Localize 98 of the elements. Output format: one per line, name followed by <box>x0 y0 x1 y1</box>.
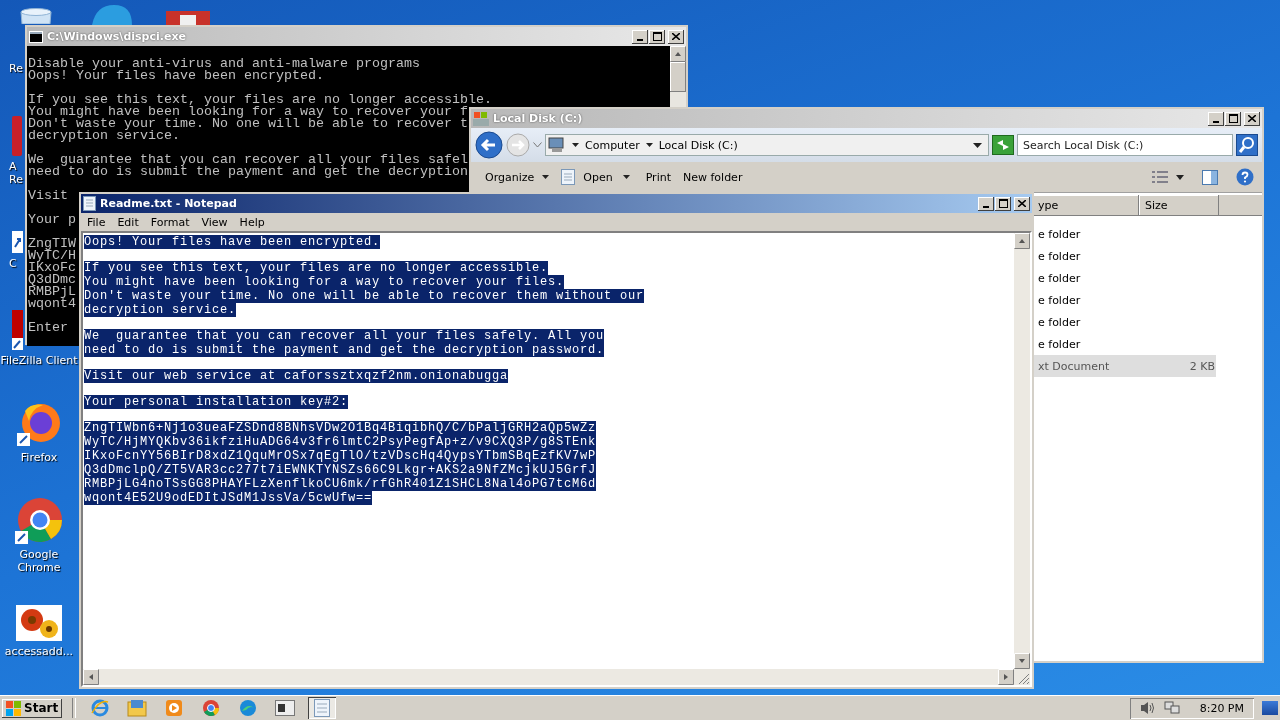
open-button[interactable]: Open <box>559 166 615 188</box>
console-icon <box>29 30 43 43</box>
file-type: e folder <box>1038 315 1081 329</box>
console-text-line: ZngTIW <box>28 236 76 251</box>
speaker-icon[interactable] <box>1139 701 1156 715</box>
file-type: e folder <box>1038 249 1081 263</box>
caret-icon[interactable] <box>622 175 630 179</box>
file-type: e folder <box>1038 337 1081 351</box>
file-row[interactable]: e folder <box>1032 245 1216 267</box>
notepad-icon <box>83 196 96 211</box>
file-row[interactable]: e folder <box>1032 267 1216 289</box>
caret-icon[interactable] <box>1176 174 1184 180</box>
chrome-icon[interactable] <box>15 496 63 544</box>
breadcrumb-item[interactable]: Local Disk (C:) <box>658 138 738 152</box>
flag-icon <box>6 700 22 716</box>
console-text-line: If you see this text, your files are no longer accessible. <box>28 92 492 107</box>
start-button[interactable]: Start <box>2 698 63 718</box>
desktop-icon-label[interactable]: Firefox <box>20 451 58 464</box>
scroll-up-arrow[interactable] <box>1014 233 1030 249</box>
close-icon <box>1018 200 1026 207</box>
file-type: e folder <box>1038 271 1081 285</box>
menu-item[interactable]: Help <box>234 215 270 229</box>
notepad-icon <box>314 699 331 717</box>
caret-icon <box>542 175 550 179</box>
search-field[interactable]: Search Local Disk (C:) <box>1017 134 1233 156</box>
search-button[interactable] <box>1236 134 1258 156</box>
folder-icon <box>127 699 148 717</box>
console-text-line: Q3dDmc <box>28 272 76 287</box>
file-row[interactable]: xt Document 2 KB <box>1032 355 1216 377</box>
file-row[interactable]: e folder <box>1032 289 1216 311</box>
window-title: Local Disk (C:) <box>493 112 583 125</box>
toolbar-menu-button[interactable]: Organize <box>483 167 552 187</box>
window-icon <box>275 700 296 716</box>
help-icon[interactable] <box>1236 168 1254 186</box>
maximize-button[interactable] <box>995 196 1011 211</box>
desktop-icon-label[interactable]: C <box>9 257 17 270</box>
view-list-icon[interactable] <box>1152 171 1168 183</box>
file-row[interactable]: e folder <box>1032 333 1216 355</box>
window-title: C:\Windows\dispci.exe <box>47 30 186 43</box>
close-button[interactable] <box>1014 196 1030 211</box>
file-type: e folder <box>1038 227 1081 241</box>
file-type: xt Document <box>1038 359 1110 373</box>
console-text-line: We guarantee that you can recover all your files safel <box>28 152 468 167</box>
notepad-icon <box>561 169 576 185</box>
menu-item[interactable]: Edit <box>112 215 144 229</box>
drive-icon <box>473 111 489 126</box>
chrome-icon <box>202 699 221 717</box>
column-header[interactable]: Size <box>1139 195 1219 216</box>
network-icon[interactable] <box>1163 701 1180 715</box>
toolbar-button[interactable]: Print <box>643 167 673 187</box>
back-button[interactable] <box>475 131 503 159</box>
breadcrumb-item[interactable]: Computer <box>585 138 640 152</box>
caret-icon[interactable] <box>973 142 982 148</box>
address-bar[interactable]: Computer Local Disk (C:) <box>545 134 989 156</box>
computer-icon <box>548 137 566 153</box>
desktop-icon-label[interactable]: A <box>9 160 17 173</box>
toolbar-button[interactable]: New folder <box>681 167 745 187</box>
scrollbar-thumb[interactable] <box>670 62 686 92</box>
firefox-icon[interactable] <box>17 401 61 447</box>
app-icon[interactable] <box>166 11 210 25</box>
console-text-line: Disable your anti-virus and anti-malware programs <box>28 56 420 71</box>
taskbar-button[interactable] <box>308 697 337 719</box>
menu-item[interactable]: File <box>82 215 111 229</box>
close-icon <box>1248 115 1256 122</box>
menu-item[interactable]: Format <box>145 215 195 229</box>
caret-icon[interactable] <box>645 143 653 147</box>
browser-icon <box>91 699 110 717</box>
file-row[interactable]: e folder <box>1032 223 1216 245</box>
desktop-icon-label[interactable]: Re <box>9 173 23 186</box>
desktop-icon-label[interactable]: FileZilla Client <box>0 354 78 367</box>
column-header[interactable]: ype <box>1032 195 1139 216</box>
recycle-bin-icon[interactable] <box>18 8 54 24</box>
preview-pane-icon[interactable] <box>1202 169 1218 185</box>
desktop-icon-label[interactable]: Chrome <box>17 561 61 574</box>
console-text-line: Enter <box>28 320 68 335</box>
media-player-icon <box>165 699 184 717</box>
window-title: Readme.txt - Notepad <box>100 197 237 210</box>
close-icon <box>672 33 680 40</box>
file-type: e folder <box>1038 293 1081 307</box>
file-size: 2 KB <box>1189 359 1215 373</box>
scroll-left-arrow[interactable] <box>83 669 99 685</box>
caret-icon[interactable] <box>572 143 579 147</box>
minimize-button[interactable] <box>978 196 994 211</box>
desktop-icon-label[interactable]: Re <box>9 62 23 75</box>
file-row[interactable]: e folder <box>1032 311 1216 333</box>
scroll-down-arrow[interactable] <box>1014 653 1030 669</box>
clock[interactable]: 8:20 PM <box>1199 701 1244 715</box>
flower-image-icon[interactable] <box>16 605 62 641</box>
desktop-icon-label[interactable]: accessadd... <box>4 645 74 658</box>
scroll-right-arrow[interactable] <box>998 669 1014 685</box>
app-shortcut-icon[interactable] <box>12 310 23 350</box>
console-text-line: Visit <box>28 188 68 203</box>
scroll-up-arrow[interactable] <box>670 46 686 62</box>
desktop-icon-label[interactable]: Google <box>19 548 59 561</box>
shortcut-icon[interactable] <box>12 231 23 253</box>
refresh-button[interactable] <box>992 135 1014 155</box>
console-text-line: Your p <box>28 212 76 227</box>
menu-item[interactable]: View <box>196 215 233 229</box>
